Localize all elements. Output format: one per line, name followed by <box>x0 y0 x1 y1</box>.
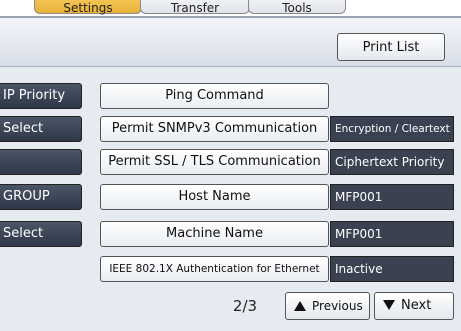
tab-strip: Settings Transfer Tools <box>0 0 461 18</box>
ieee-8021x-button[interactable]: IEEE 802.1X Authentication for Ethernet <box>100 256 329 282</box>
left-item-group[interactable]: GROUP <box>0 184 82 210</box>
host-name-value: MFP001 <box>330 184 454 210</box>
snmpv3-value: Encryption / Cleartext <box>330 116 454 142</box>
ssl-tls-value: Ciphertext Priority <box>330 149 454 175</box>
permit-ssl-tls-button[interactable]: Permit SSL / TLS Communication <box>100 149 329 175</box>
ieee-8021x-value: Inactive <box>330 256 454 282</box>
tab-settings[interactable]: Settings <box>34 0 142 15</box>
tab-transfer[interactable]: Transfer <box>140 0 250 15</box>
down-triangle-icon <box>383 299 395 310</box>
left-item-ip-priority[interactable]: IP Priority <box>0 83 82 109</box>
page-indicator: 2/3 <box>232 297 258 315</box>
machine-name-button[interactable]: Machine Name <box>100 221 329 247</box>
tab-settings-label: Settings <box>63 1 113 15</box>
permit-snmpv3-button[interactable]: Permit SNMPv3 Communication <box>100 116 329 142</box>
print-list-button[interactable]: Print List <box>337 33 445 61</box>
settings-screen: Settings Transfer Tools Print List IP Pr… <box>0 0 461 331</box>
left-item-select-2[interactable]: Select <box>0 221 82 247</box>
next-label: Next <box>401 298 432 313</box>
host-name-button[interactable]: Host Name <box>100 184 329 210</box>
next-button[interactable]: Next <box>374 292 454 320</box>
up-triangle-icon <box>294 300 306 311</box>
ping-command-button[interactable]: Ping Command <box>100 83 329 109</box>
previous-button[interactable]: Previous <box>285 292 370 320</box>
tab-transfer-label: Transfer <box>170 1 220 15</box>
left-item-blank-1[interactable] <box>0 149 82 175</box>
tab-tools[interactable]: Tools <box>248 0 346 15</box>
previous-label: Previous <box>312 299 363 313</box>
tab-tools-label: Tools <box>282 1 312 15</box>
machine-name-value: MFP001 <box>330 221 454 247</box>
left-item-select-1[interactable]: Select <box>0 116 82 142</box>
